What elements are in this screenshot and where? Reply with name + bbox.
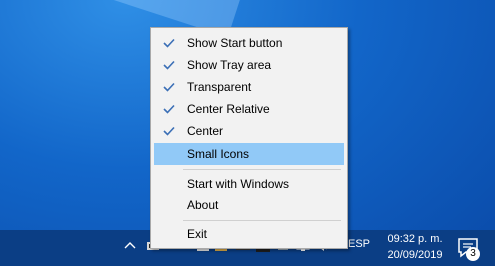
clock-time: 09:32 p. m. [387,233,443,245]
checkmark-icon [163,82,175,92]
language-indicator[interactable]: ESP [348,237,370,251]
context-menu: Show Start button Show Tray area Transpa… [150,27,348,249]
menu-item-small-icons[interactable]: Small Icons [154,143,344,165]
checkmark-icon [163,126,175,136]
menu-item-center-relative[interactable]: Center Relative [154,98,344,120]
menu-item-label: Transparent [187,80,252,94]
menu-item-label: Show Start button [187,36,283,50]
menu-item-about[interactable]: About [154,194,344,216]
menu-item-label: Exit [187,227,208,241]
menu-item-label: Center Relative [187,102,270,116]
menu-item-label: Small Icons [187,147,250,161]
menu-separator [183,169,341,170]
taskbar-clock[interactable]: 09:32 p. m. 20/09/2019 [380,231,450,263]
menu-item-label: Start with Windows [187,177,290,191]
menu-separator [183,220,341,221]
menu-item-center[interactable]: Center [154,120,344,142]
menu-item-transparent[interactable]: Transparent [154,76,344,98]
menu-item-label: Show Tray area [187,58,272,72]
chevron-up-icon [124,242,136,249]
menu-item-show-tray-area[interactable]: Show Tray area [154,54,344,76]
menu-item-start-with-windows[interactable]: Start with Windows [154,173,344,195]
show-hidden-icons-chevron-icon[interactable] [120,236,140,256]
menu-item-label: About [187,198,219,212]
menu-item-label: Center [187,124,224,138]
menu-item-exit[interactable]: Exit [154,223,344,245]
checkmark-icon [163,38,175,48]
clock-date: 20/09/2019 [387,249,443,261]
notification-count-badge: 3 [466,247,480,261]
menu-item-show-start-button[interactable]: Show Start button [154,32,344,54]
checkmark-icon [163,104,175,114]
checkmark-icon [163,60,175,70]
